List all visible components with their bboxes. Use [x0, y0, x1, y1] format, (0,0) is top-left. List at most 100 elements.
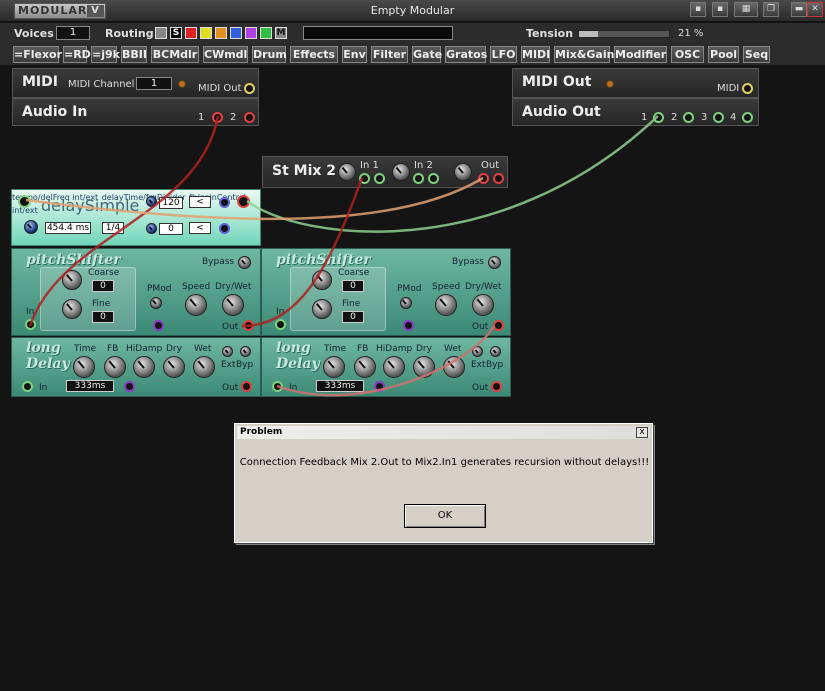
audio-out-jack-2[interactable]: [683, 112, 694, 123]
routing-swatch[interactable]: [185, 27, 197, 39]
audio-out-module[interactable]: Audio Out 1 2 3 4: [512, 98, 759, 126]
midi-out-jack[interactable]: [244, 83, 255, 94]
pitch-shifter-1-coarse-knob[interactable]: [62, 270, 82, 290]
long-delay-2-byp-button[interactable]: [490, 346, 501, 357]
category-button[interactable]: BCMdlr: [151, 46, 199, 63]
pitch-shifter-1-in-jack[interactable]: [25, 319, 36, 330]
audio-in-jack-2[interactable]: [244, 112, 255, 123]
category-button[interactable]: Modifier: [614, 46, 667, 63]
long-delay-1-dry-knob[interactable]: [163, 356, 185, 378]
routing-swatch[interactable]: [200, 27, 212, 39]
pitch-shifter-2-drywet-knob[interactable]: [472, 294, 494, 316]
midi-module[interactable]: MIDI MIDI Channel 1 MIDI Out: [12, 68, 259, 98]
long-delay-1-time-knob[interactable]: [73, 356, 95, 378]
long-delay-1-module[interactable]: long Delay Time FB HiDamp Dry Wet Ext By…: [11, 337, 261, 397]
pitch-shifter-1-speed-knob[interactable]: [185, 294, 207, 316]
category-button[interactable]: =j9k: [91, 46, 120, 63]
long-delay-1-fb-knob[interactable]: [104, 356, 126, 378]
tempo-value[interactable]: 120: [159, 197, 183, 209]
save-as-icon[interactable]: ▪: [712, 2, 728, 17]
close-icon[interactable]: x: [636, 427, 648, 438]
pitch-shifter-1-bypass-button[interactable]: [238, 256, 251, 269]
minimize-icon[interactable]: ▬: [791, 2, 807, 17]
audio-in-jack-1[interactable]: [212, 112, 223, 123]
pitch-shifter-2-fine-value[interactable]: 0: [342, 311, 364, 323]
st-mix-module[interactable]: St Mix 2 In 1 In 2 Out: [262, 156, 508, 188]
st-mix-gain1-knob[interactable]: [338, 163, 356, 181]
category-button[interactable]: Pool: [708, 46, 739, 63]
midi-out-module[interactable]: MIDI Out MIDI: [512, 68, 759, 98]
voices-input[interactable]: 1: [56, 26, 90, 40]
long-delay-2-out-jack[interactable]: [491, 381, 502, 392]
category-button[interactable]: BBII: [121, 46, 147, 63]
delay-ratio-value[interactable]: 1/4: [102, 222, 124, 234]
ok-button[interactable]: OK: [404, 504, 486, 528]
routing-swatch[interactable]: [245, 27, 257, 39]
tempo-toggle-button[interactable]: <: [189, 196, 211, 208]
category-button[interactable]: CWmdl: [203, 46, 248, 63]
category-button[interactable]: Drum: [252, 46, 287, 63]
close-icon[interactable]: ✕: [807, 2, 823, 17]
tempo-ext-jack[interactable]: [219, 197, 230, 208]
long-delay-1-time-value[interactable]: 333ms: [66, 380, 114, 392]
category-button[interactable]: Effects: [290, 46, 338, 63]
workspace[interactable]: MIDI MIDI Channel 1 MIDI Out Audio In 1 …: [0, 66, 825, 691]
long-delay-1-mod-jack[interactable]: [124, 381, 135, 392]
long-delay-2-in-jack[interactable]: [272, 381, 283, 392]
st-mix-out-left-jack[interactable]: [478, 173, 489, 184]
st-mix-gain2-knob[interactable]: [392, 163, 410, 181]
category-button[interactable]: LFO: [490, 46, 517, 63]
pitch-shifter-1-drywet-knob[interactable]: [222, 294, 244, 316]
long-delay-2-hidamp-knob[interactable]: [383, 356, 405, 378]
st-mix-in2-left-jack[interactable]: [413, 173, 424, 184]
st-mix-master-knob[interactable]: [454, 163, 472, 181]
pitch-shifter-2-pmod-knob[interactable]: [400, 297, 412, 309]
category-button[interactable]: Env: [342, 46, 367, 63]
save-icon[interactable]: ▪: [690, 2, 706, 17]
windows-icon[interactable]: ❐: [763, 2, 779, 17]
delay-simple-in-jack[interactable]: [18, 195, 31, 208]
long-delay-1-out-jack[interactable]: [241, 381, 252, 392]
long-delay-2-fb-knob[interactable]: [354, 356, 376, 378]
delay-time-knob[interactable]: [24, 220, 38, 234]
feedback-knob[interactable]: [146, 223, 157, 234]
long-delay-1-ext-button[interactable]: [222, 346, 233, 357]
pitch-shifter-1-coarse-value[interactable]: 0: [92, 280, 114, 292]
long-delay-1-wet-knob[interactable]: [193, 356, 215, 378]
st-mix-in1-left-jack[interactable]: [359, 173, 370, 184]
feedback-value[interactable]: 0: [159, 223, 183, 235]
tension-slider[interactable]: [578, 30, 670, 38]
long-delay-1-hidamp-knob[interactable]: [133, 356, 155, 378]
pitch-shifter-2-speed-knob[interactable]: [435, 294, 457, 316]
category-button[interactable]: Mix&Gain: [554, 46, 614, 63]
category-button[interactable]: MIDI: [521, 46, 550, 63]
feedback-toggle-button[interactable]: <: [189, 222, 211, 234]
routing-swatch[interactable]: [230, 27, 242, 39]
audio-in-module[interactable]: Audio In 1 2: [12, 98, 259, 126]
long-delay-2-time-value[interactable]: 333ms: [316, 380, 364, 392]
pitch-shifter-2-coarse-value[interactable]: 0: [342, 280, 364, 292]
category-button[interactable]: Gratos: [445, 46, 487, 63]
audio-out-jack-3[interactable]: [713, 112, 724, 123]
long-delay-2-module[interactable]: long Delay Time FB HiDamp Dry Wet Ext By…: [261, 337, 511, 397]
long-delay-2-wet-knob[interactable]: [443, 356, 465, 378]
long-delay-2-ext-button[interactable]: [472, 346, 483, 357]
pitch-shifter-1-pmod-jack[interactable]: [153, 320, 164, 331]
category-button[interactable]: OSC: [671, 46, 704, 63]
routing-swatch[interactable]: S: [170, 27, 182, 39]
keyboard-icon[interactable]: ▦: [734, 2, 758, 17]
category-button[interactable]: =Flexor: [13, 46, 62, 63]
long-delay-2-mod-jack[interactable]: [374, 381, 385, 392]
pitch-shifter-2-in-jack[interactable]: [275, 319, 286, 330]
pitch-shifter-2-bypass-button[interactable]: [488, 256, 501, 269]
midi-channel-input[interactable]: 1: [136, 77, 172, 90]
long-delay-1-byp-button[interactable]: [240, 346, 251, 357]
routing-swatch[interactable]: [215, 27, 227, 39]
routing-swatch[interactable]: [260, 27, 272, 39]
pitch-shifter-1-pmod-knob[interactable]: [150, 297, 162, 309]
long-delay-1-in-jack[interactable]: [22, 381, 33, 392]
st-mix-in2-right-jack[interactable]: [428, 173, 439, 184]
category-button[interactable]: Gate: [412, 46, 442, 63]
feedback-ext-jack[interactable]: [219, 223, 230, 234]
pitch-shifter-2-module[interactable]: pitchShifter Bypass Coarse 0 Fine 0 PMod…: [261, 248, 511, 336]
